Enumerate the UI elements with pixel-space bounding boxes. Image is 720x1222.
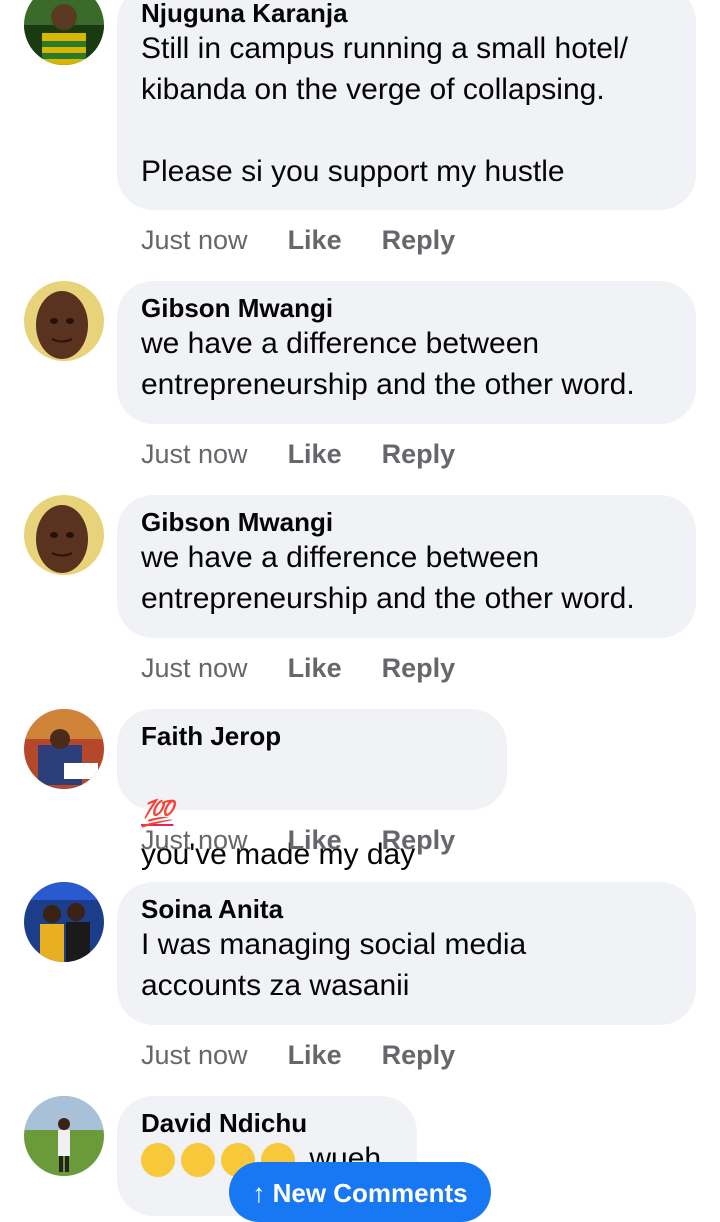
- new-comments-label: ↑ New Comments: [252, 1178, 468, 1208]
- like-button[interactable]: Like: [288, 653, 342, 684]
- avatar[interactable]: [24, 0, 104, 65]
- comment-author[interactable]: Njuguna Karanja: [141, 0, 672, 28]
- like-button[interactable]: Like: [288, 825, 342, 856]
- reply-button[interactable]: Reply: [382, 653, 456, 684]
- avatar[interactable]: [24, 1096, 104, 1176]
- comment-actions: Just now Like Reply: [141, 648, 455, 688]
- like-button[interactable]: Like: [288, 225, 342, 256]
- comment-actions: Just now Like Reply: [141, 1035, 455, 1075]
- person-avatar-icon: [24, 0, 104, 65]
- comment-bubble: Gibson Mwangi we have a difference betwe…: [117, 281, 696, 424]
- person-avatar-icon: [24, 1096, 104, 1176]
- reply-button[interactable]: Reply: [382, 439, 456, 470]
- comment-timestamp[interactable]: Just now: [141, 825, 248, 856]
- comment-author[interactable]: Gibson Mwangi: [141, 507, 672, 537]
- avatar[interactable]: [24, 882, 104, 962]
- grinning-sweat-emoji-icon: [141, 1143, 175, 1178]
- person-avatar-icon: [24, 495, 104, 575]
- reply-button[interactable]: Reply: [382, 225, 456, 256]
- comment-timestamp[interactable]: Just now: [141, 225, 248, 256]
- comment-text: we have a difference between entrepreneu…: [141, 327, 635, 401]
- comment-author[interactable]: David Ndichu: [141, 1108, 393, 1138]
- avatar[interactable]: [24, 495, 104, 575]
- grinning-sweat-emoji-icon: [181, 1143, 215, 1178]
- person-avatar-icon: [24, 709, 104, 789]
- new-comments-button[interactable]: ↑ New Comments: [229, 1162, 491, 1222]
- comment-actions: Just now Like Reply: [141, 220, 455, 260]
- group-avatar-icon: [24, 882, 104, 962]
- avatar[interactable]: [24, 709, 104, 789]
- comment-author[interactable]: Gibson Mwangi: [141, 293, 672, 323]
- comment-author[interactable]: Faith Jerop: [141, 721, 483, 751]
- comment-timestamp[interactable]: Just now: [141, 439, 248, 470]
- comment-bubble: Soina Anita I was managing social media …: [117, 882, 696, 1025]
- comment-text: I was managing social media accounts za …: [141, 928, 527, 1002]
- comment-timestamp[interactable]: Just now: [141, 653, 248, 684]
- person-avatar-icon: [24, 281, 104, 361]
- comment-bubble: Gibson Mwangi we have a difference betwe…: [117, 495, 696, 638]
- comment-text: we have a difference between entrepreneu…: [141, 541, 635, 615]
- comment-actions: Just now Like Reply: [141, 434, 455, 474]
- comment-bubble: Faith Jerop 💯 you've made my day: [117, 709, 507, 871]
- like-button[interactable]: Like: [288, 1040, 342, 1071]
- comment-timestamp[interactable]: Just now: [141, 1040, 248, 1071]
- like-button[interactable]: Like: [288, 439, 342, 470]
- comment-text: Still in campus running a small hotel/ k…: [141, 32, 628, 188]
- comment-bubble: Njuguna Karanja Still in campus running …: [117, 0, 696, 210]
- comment-actions: Just now Like Reply: [141, 820, 455, 860]
- avatar[interactable]: [24, 281, 104, 361]
- reply-button[interactable]: Reply: [382, 1040, 456, 1071]
- comment-author[interactable]: Soina Anita: [141, 894, 672, 924]
- reply-button[interactable]: Reply: [382, 825, 456, 856]
